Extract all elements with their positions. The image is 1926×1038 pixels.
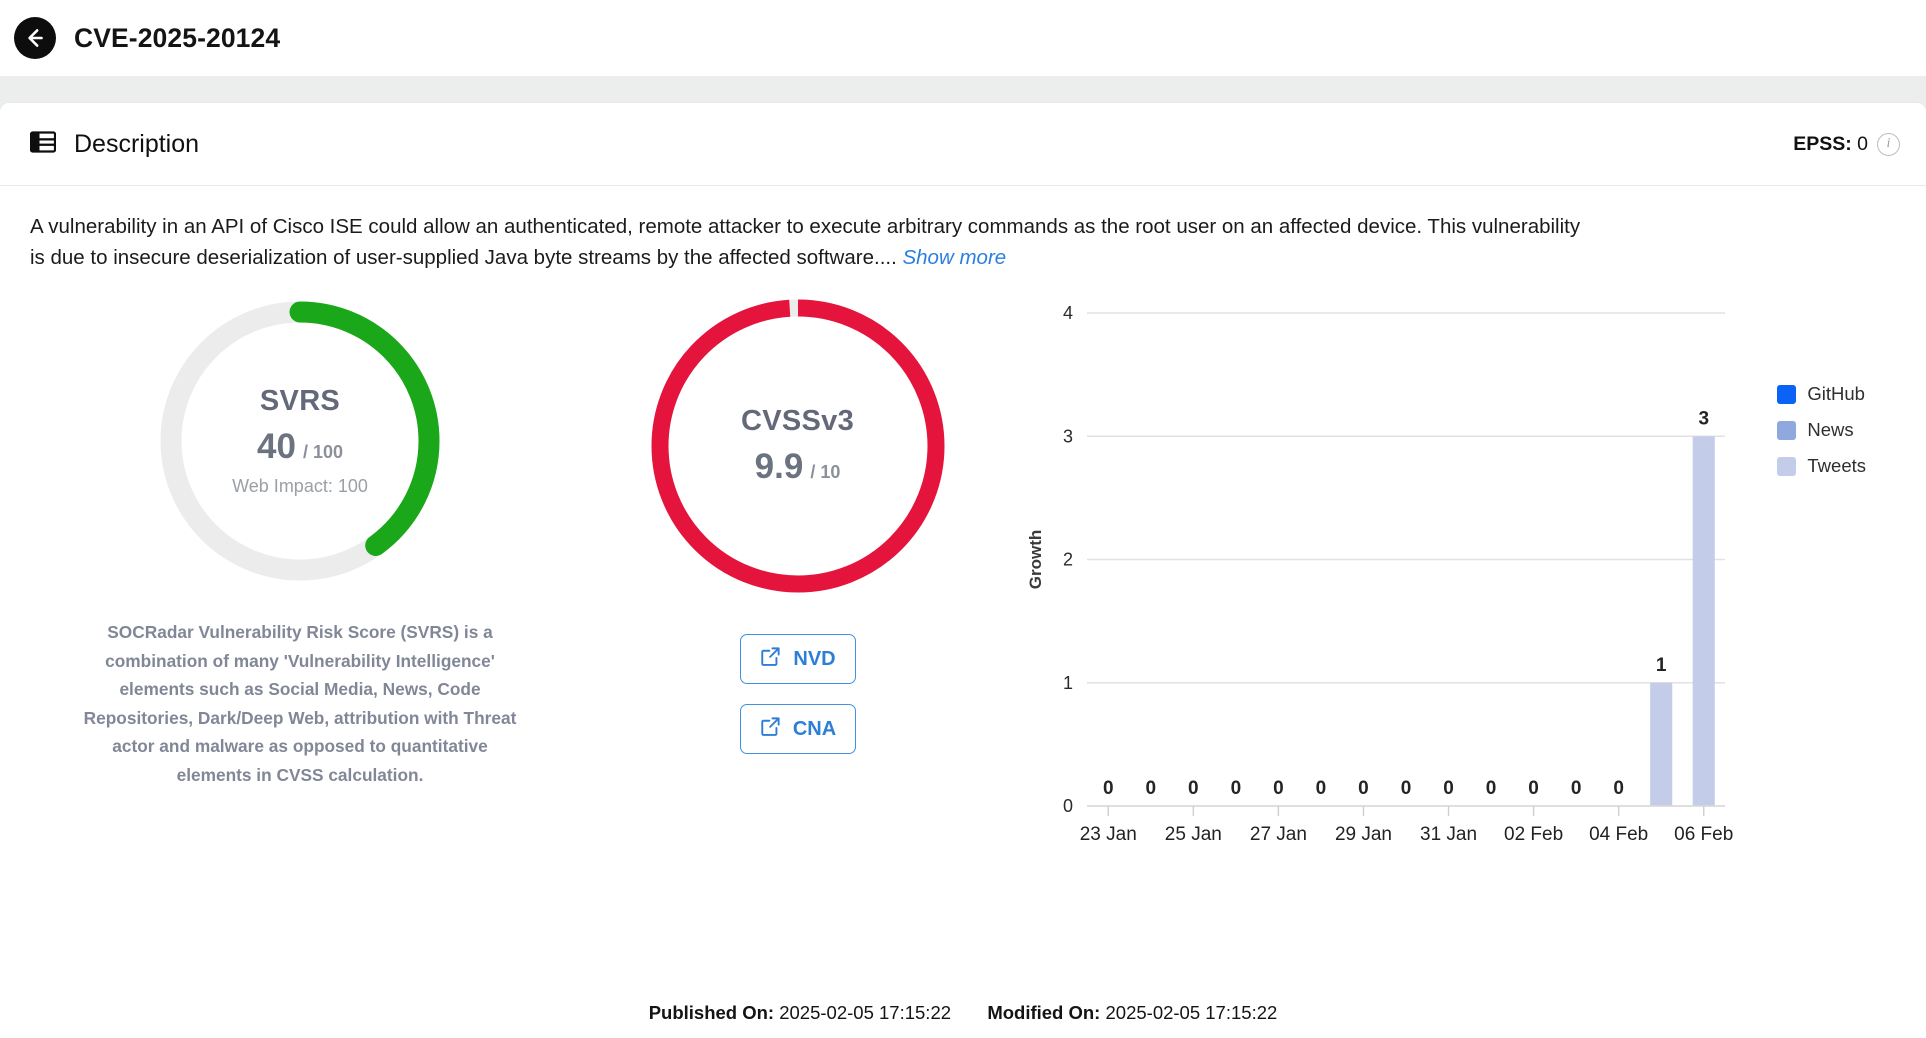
table-list-icon [29,130,57,158]
svg-text:3: 3 [1063,426,1073,446]
growth-chart[interactable]: Growth 0 1 2 3 4 0 0 0 0 0 0 0 0 0 0 0 0 0 1 3 23 Jan 25 Jan 27… [1025,291,1896,891]
svg-text:0: 0 [1146,778,1157,799]
show-more-link[interactable]: Show more [902,246,1006,269]
svg-text:29 Jan: 29 Jan [1335,824,1392,845]
legend-swatch-icon [1777,384,1797,404]
legend-swatch-icon [1777,456,1797,476]
svrs-explanation: SOCRadar Vulnerability Risk Score (SVRS)… [83,622,517,785]
epss-value: 0 [1857,132,1868,155]
nvd-label: NVD [793,647,836,670]
svg-text:0: 0 [1188,778,1199,799]
legend-item-tweets[interactable]: Tweets [1777,455,1866,477]
legend-item-github[interactable]: GitHub [1777,383,1866,405]
published-on-label: Published On: [648,1002,775,1023]
svg-text:Growth: Growth [1026,530,1045,590]
cna-link-button[interactable]: CNA [739,704,856,755]
svg-text:1: 1 [1063,673,1073,693]
svg-text:04 Feb: 04 Feb [1589,824,1648,845]
legend-label: GitHub [1807,383,1865,405]
svrs-column: SVRS 40 / 100 Web Impact: 100 SOCRadar V… [30,291,570,891]
arrow-left-circle-icon [22,25,48,51]
top-bar: CVE-2025-20124 [0,0,1926,76]
svg-text:1: 1 [1656,655,1667,676]
external-link-icon [759,715,782,743]
svg-text:0: 0 [1401,778,1412,799]
external-link-icon [759,645,782,673]
svg-text:23 Jan: 23 Jan [1080,824,1137,845]
svg-text:02 Feb: 02 Feb [1504,824,1563,845]
svg-text:0: 0 [1316,778,1327,799]
svg-text:0: 0 [1613,778,1624,799]
svg-text:31 Jan: 31 Jan [1420,824,1477,845]
description-text: A vulnerability in an API of Cisco ISE c… [30,215,1581,269]
svrs-gauge: SVRS 40 / 100 Web Impact: 100 [150,291,450,591]
cvss-column: CVSSv3 9.9 / 10 NVD CNA [570,291,1025,891]
svg-text:0: 0 [1486,778,1497,799]
svg-text:27 Jan: 27 Jan [1250,824,1307,845]
legend-item-news[interactable]: News [1777,419,1866,441]
legend-label: News [1807,419,1854,441]
metrics-row: SVRS 40 / 100 Web Impact: 100 SOCRadar V… [0,273,1926,891]
legend-label: Tweets [1807,455,1866,477]
page-title: CVE-2025-20124 [74,22,281,53]
nvd-link-button[interactable]: NVD [739,634,856,685]
cvss-gauge: CVSSv3 9.9 / 10 [643,291,953,601]
svg-text:0: 0 [1103,778,1114,799]
published-on-value: 2025-02-05 17:15:22 [779,1002,952,1023]
cvss-source-buttons: NVD CNA [570,634,1025,755]
footer-dates: Published On: 2025-02-05 17:15:22 Modifi… [0,1002,1926,1024]
svg-text:0: 0 [1443,778,1454,799]
back-button[interactable] [14,17,56,59]
section-title: Description [74,129,200,158]
svg-text:0: 0 [1528,778,1539,799]
info-icon[interactable]: i [1877,132,1900,156]
cna-label: CNA [792,717,837,740]
description-card: Description EPSS: 0 i A vulnerability in… [0,103,1926,1038]
description-text-block: A vulnerability in an API of Cisco ISE c… [0,186,1620,273]
svg-text:2: 2 [1063,550,1073,570]
svg-text:0: 0 [1273,778,1284,799]
svg-text:0: 0 [1063,796,1073,816]
epss-label: EPSS: [1793,132,1852,155]
modified-on-label: Modified On: [987,1002,1101,1023]
growth-chart-column: Growth 0 1 2 3 4 0 0 0 0 0 0 0 0 0 0 0 0 0 1 3 23 Jan 25 Jan 27… [1025,291,1896,891]
svg-text:4: 4 [1063,303,1073,323]
chart-legend: GitHub News Tweets [1777,383,1866,477]
svg-text:0: 0 [1231,778,1242,799]
svg-text:06 Feb: 06 Feb [1674,824,1733,845]
svg-text:25 Jan: 25 Jan [1165,824,1222,845]
svg-text:0: 0 [1358,778,1369,799]
epss-status: EPSS: 0 [1793,133,1868,156]
card-header: Description EPSS: 0 i [0,103,1926,186]
legend-swatch-icon [1777,420,1797,440]
svg-text:3: 3 [1698,408,1709,429]
svg-text:0: 0 [1571,778,1582,799]
modified-on-value: 2025-02-05 17:15:22 [1105,1002,1278,1023]
